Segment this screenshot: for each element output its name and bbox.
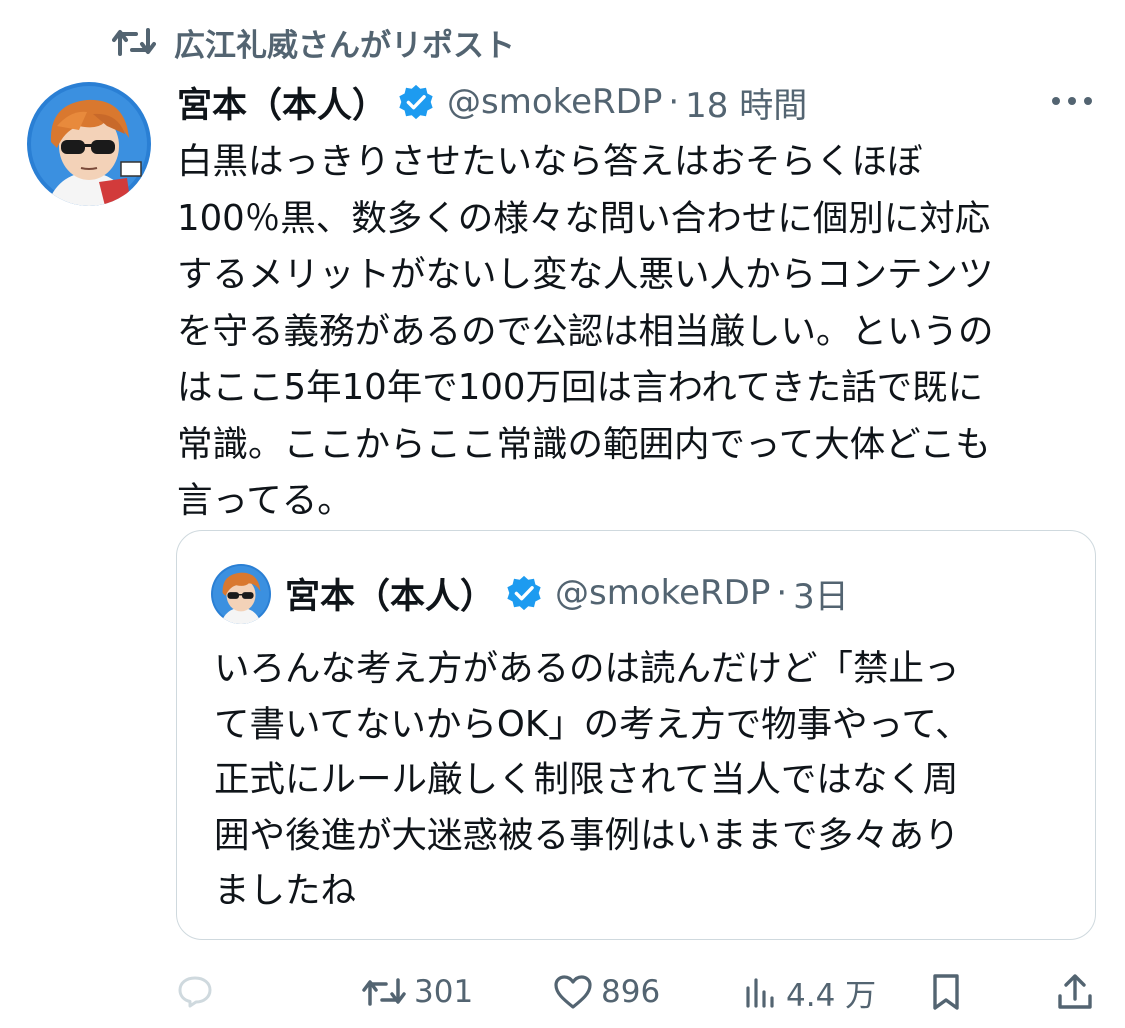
like-button[interactable]: 896 [553, 960, 660, 1024]
quoted-tweet-header: 宮本（本人） @smokeRDP · 3日 [285, 569, 849, 617]
bookmark-button[interactable] [928, 960, 964, 1024]
repost-banner[interactable]: 広江礼威さんがリポスト [112, 20, 515, 64]
tweet-header: 宮本（本人） @smokeRDP · 18 時間 [177, 78, 807, 126]
repost-icon [112, 28, 156, 56]
quoted-avatar-image [211, 564, 271, 624]
bookmark-icon [933, 974, 959, 1010]
repost-banner-text: 広江礼威さんがリポスト [174, 27, 515, 64]
share-icon [1058, 974, 1092, 1009]
quoted-avatar[interactable] [211, 564, 271, 624]
quoted-separator-dot: · [776, 573, 788, 613]
like-count: 896 [601, 974, 661, 1010]
quoted-author-name: 宮本（本人） [285, 576, 496, 617]
tweet-text: 白黒はっきりさせたいなら答えはおそらくほぼ 100％黒、数多くの様々な問い合わせ… [177, 141, 994, 521]
quoted-tweet-card[interactable]: 宮本（本人） @smokeRDP · 3日 いろんな考え方があるのは読んだけど「… [176, 530, 1096, 940]
more-icon[interactable] [1048, 86, 1096, 116]
avatar[interactable] [27, 82, 151, 206]
quoted-timestamp: 3日 [793, 576, 849, 617]
heart-icon [554, 975, 592, 1009]
author-handle[interactable]: @smokeRDP [447, 82, 662, 122]
views-icon [746, 978, 774, 1008]
separator-dot: · [668, 82, 680, 122]
author-name[interactable]: 宮本（本人） [177, 77, 387, 128]
tweet-timestamp[interactable]: 18 時間 [685, 78, 807, 127]
views-count: 4.4 万 [786, 977, 877, 1014]
repost-button[interactable]: 301 [362, 960, 473, 1024]
avatar-image [27, 82, 151, 206]
verified-badge-icon[interactable] [397, 83, 435, 121]
action-bar: 301 896 4.4 万 [0, 960, 1125, 1024]
repost-count: 301 [414, 974, 474, 1010]
repost-icon [362, 978, 406, 1006]
reply-button[interactable] [176, 960, 214, 1024]
quoted-author-handle: @smokeRDP [555, 573, 771, 613]
reply-icon [178, 976, 212, 1008]
quoted-tweet-text: いろんな考え方があるのは読んだけど「禁止っ て書いてないからOK」の考え方で物事… [214, 648, 971, 911]
quoted-verified-badge-icon [507, 575, 541, 611]
views-button[interactable]: 4.4 万 [742, 960, 876, 1024]
share-button[interactable] [1056, 960, 1094, 1024]
